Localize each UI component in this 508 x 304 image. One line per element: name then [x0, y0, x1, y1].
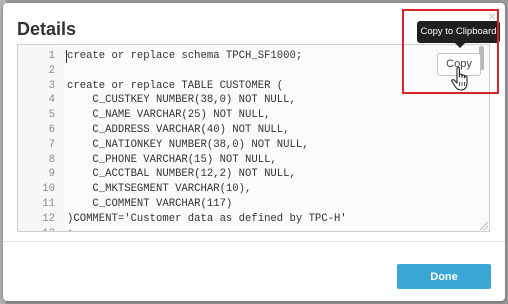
line-code: create or replace TABLE CUSTOMER (: [67, 79, 284, 92]
line-number: 13: [18, 227, 55, 231]
line-number: 5: [48, 109, 55, 122]
details-dialog: Details × 1 create or replace schema TPCH…: [3, 3, 505, 301]
line-code: C_ADDRESS VARCHAR(40) NOT NULL,: [67, 124, 290, 136]
copy-tooltip: Copy to Clipboard: [417, 21, 500, 43]
line-number: 3: [48, 79, 55, 92]
code-line: 10 C_MKTSEGMENT VARCHAR(10),: [18, 182, 489, 197]
line-number: 6: [48, 124, 55, 136]
line-code: C_NATIONKEY NUMBER(38,0) NOT NULL,: [67, 138, 309, 151]
line-code: C_COMMENT VARCHAR(117): [67, 198, 233, 210]
code-line: 5 C_NAME VARCHAR(25) NOT NULL,: [18, 108, 489, 123]
hand-pointer-icon: [451, 67, 468, 91]
code-line: 6 C_ADDRESS VARCHAR(40) NOT NULL,: [18, 123, 489, 138]
line-code: )COMMENT='Customer data as defined by TP…: [67, 212, 347, 225]
line-code: C_NAME VARCHAR(25) NOT NULL,: [67, 109, 271, 122]
code-editor[interactable]: 1 create or replace schema TPCH_SF1000; 2 3…: [17, 44, 490, 232]
footer-divider: [3, 241, 505, 242]
line-number: 11: [42, 198, 55, 210]
text-cursor: [66, 50, 67, 63]
code-line: 13;: [18, 227, 489, 231]
line-number: 7: [48, 138, 55, 151]
code-line: 9 C_ACCTBAL NUMBER(12,2) NOT NULL,: [18, 167, 489, 182]
line-code: C_CUSTKEY NUMBER(38,0) NOT NULL,: [67, 94, 296, 107]
code-line: 3 create or replace TABLE CUSTOMER (: [18, 79, 489, 94]
code-line: 4 C_CUSTKEY NUMBER(38,0) NOT NULL,: [18, 93, 489, 108]
code-line: 12 )COMMENT='Customer data as defined by …: [18, 212, 489, 227]
code-line: 7 C_NATIONKEY NUMBER(38,0) NOT NULL,: [18, 138, 489, 153]
code-line: 8 C_PHONE VARCHAR(15) NOT NULL,: [18, 153, 489, 168]
resize-handle[interactable]: [480, 222, 488, 230]
line-number: 10: [42, 183, 55, 196]
line-number: 1: [48, 50, 55, 62]
line-code: C_MKTSEGMENT VARCHAR(10),: [67, 183, 252, 196]
line-number: 4: [48, 94, 55, 107]
line-code: C_ACCTBAL NUMBER(12,2) NOT NULL,: [67, 168, 296, 181]
code-line: 2: [18, 64, 489, 79]
done-button[interactable]: Done: [397, 264, 491, 289]
code-line: 1 create or replace schema TPCH_SF1000;: [18, 49, 489, 64]
line-code: ;: [67, 227, 73, 231]
line-number: 8: [48, 153, 55, 166]
line-number: 9: [48, 168, 55, 181]
code-line: 11 C_COMMENT VARCHAR(117): [18, 197, 489, 212]
line-number: 2: [48, 64, 55, 77]
line-code: C_PHONE VARCHAR(15) NOT NULL,: [67, 153, 277, 166]
line-code: create or replace schema TPCH_SF1000;: [67, 50, 303, 62]
tooltip-arrow: [455, 43, 465, 48]
dialog-title: Details: [17, 19, 77, 39]
line-number: 12: [42, 212, 55, 225]
